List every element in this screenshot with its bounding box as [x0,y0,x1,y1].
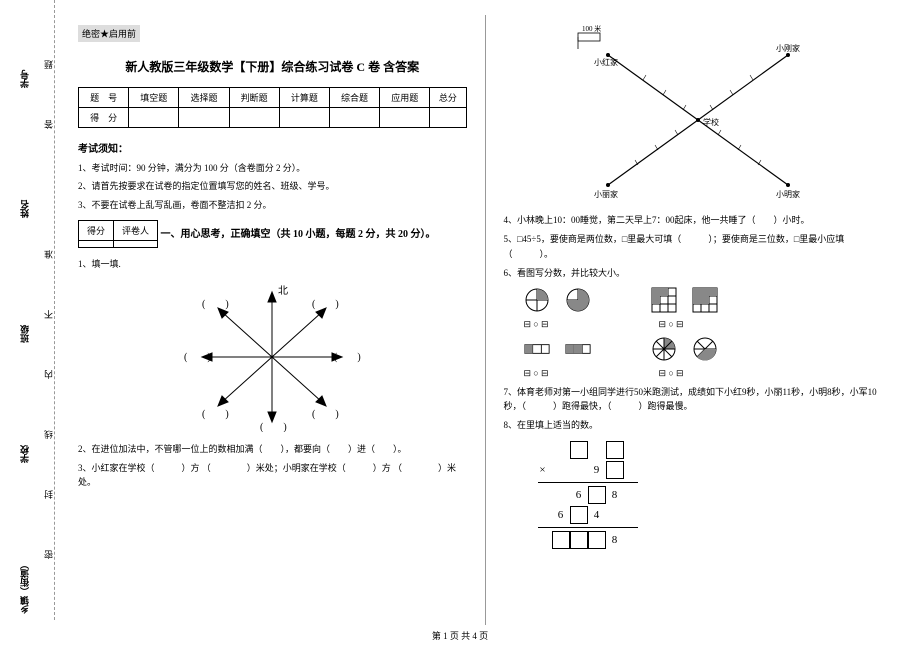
question-8: 8、在里填上适当的数。 [504,418,893,432]
section1-title: 一、用心思考，正确填空（共 10 小题，每题 2 分，共 20 分）。 [161,229,436,240]
svg-text:( ): ( ) [260,422,287,432]
question-6: 6、看图写分数，并比较大小。 [504,266,893,280]
circle-fraction-icon [524,287,550,313]
svg-text:( ): ( ) [334,352,361,363]
score-header: 选择题 [179,88,229,108]
svg-text:小刚家: 小刚家 [776,43,800,53]
road-map-diagram: 学校 小红家 小刚家 小丽家 小明家 100 米 [558,25,838,205]
page-footer: 第 1 页 共 4 页 [0,629,920,642]
binding-margin: 乡镇（街道） 学校 班级 姓名 学号 密 封 线 内 不 准 答 题 [0,0,55,620]
question-1: 1、填一填. [78,257,467,271]
notes-title: 考试须知： [78,140,467,155]
circle-fraction-icon [651,336,677,362]
note-item: 1、考试时间：90 分钟，满分为 100 分（含卷面分 2 分）。 [78,161,467,175]
svg-text:( ): ( ) [202,409,229,420]
svg-text:( ): ( ) [202,299,229,310]
score-header: 计算题 [279,88,329,108]
fraction-row-1 [524,287,893,313]
seal-hint: 密 [42,550,55,559]
bar-fraction-icon [524,336,550,362]
note-item: 2、请首先按要求在试卷的指定位置填写您的姓名、班级、学号。 [78,179,467,193]
compass-north: 北 [278,285,288,297]
binding-label-town: 乡镇（街道） [18,560,31,614]
svg-text:( ): ( ) [184,352,211,363]
binding-label-name: 姓名 [18,200,31,218]
grader-name: 评卷人 [114,221,158,241]
score-header: 应用题 [380,88,430,108]
question-3: 3、小红家在学校（ ）方 （ ）米处；小明家在学校（ ）方 （ ）米处。 [78,461,467,490]
score-label: 得 分 [79,108,129,128]
fraction-row-2 [524,336,893,362]
svg-text:( ): ( ) [312,299,339,310]
circle-fraction-icon [692,336,718,362]
score-header: 综合题 [329,88,379,108]
score-header: 总分 [430,88,466,108]
confidential-tag: 绝密★启用前 [78,25,140,42]
question-5: 5、□45÷5，要使商是两位数，□里最大可填（ ）；要使商是三位数，□里最小应填… [504,232,893,261]
multiplication-grid: ×9 68 64 8 [534,441,893,549]
score-table: 题 号 填空题 选择题 判断题 计算题 综合题 应用题 总分 得 分 [78,87,467,128]
seal-hint: 内 [42,370,55,379]
note-item: 3、不要在试卷上乱写乱画，卷面不整洁扣 2 分。 [78,198,467,212]
table-row: 题 号 填空题 选择题 判断题 计算题 综合题 应用题 总分 [79,88,467,108]
question-4: 4、小林晚上10：00睡觉，第二天早上7：00起床，他一共睡了（ ）小时。 [504,213,893,227]
seal-hint: 不 [42,310,55,319]
fraction-compare-1: ⊟ ○ ⊟ ⊟ ○ ⊟ [524,319,893,330]
circle-fraction-icon [565,287,591,313]
svg-text:( ): ( ) [312,409,339,420]
grader-score: 得分 [79,221,114,241]
score-header: 填空题 [129,88,179,108]
svg-text:小红家: 小红家 [594,57,618,67]
fraction-compare-2: ⊟ ○ ⊟ ⊟ ○ ⊟ [524,368,893,379]
seal-hint: 封 [42,490,55,499]
exam-title: 新人教版三年级数学【下册】综合练习试卷 C 卷 含答案 [78,58,467,75]
grader-table: 得分 评卷人 [78,220,158,248]
question-2: 2、在进位加法中，不管哪一位上的数相加满（ ），都要向（ ）进（ ）。 [78,442,467,456]
grid-fraction-icon [692,287,718,313]
svg-text:小丽家: 小丽家 [594,189,618,199]
grid-fraction-icon [651,287,677,313]
compass-diagram: 北 ( ) ( ) ( ) ( ) ( ) ( ) ( ) [182,282,362,432]
svg-text:小明家: 小明家 [776,189,800,199]
seal-hint: 准 [42,250,55,259]
question-7: 7、体育老师对第一小组同学进行50米跑测试，成绩如下小红9秒，小丽11秒，小明8… [504,385,893,414]
table-row: 得 分 [79,108,467,128]
seal-hint: 题 [42,60,55,69]
binding-label-class: 班级 [18,325,31,343]
svg-text:学校: 学校 [703,117,719,127]
seal-hint: 线 [42,430,55,439]
seal-hint: 答 [42,120,55,129]
score-header: 题 号 [79,88,129,108]
svg-text:100 米: 100 米 [582,25,601,33]
page-container: 绝密★启用前 新人教版三年级数学【下册】综合练习试卷 C 卷 含答案 题 号 填… [60,15,910,625]
left-column: 绝密★启用前 新人教版三年级数学【下册】综合练习试卷 C 卷 含答案 题 号 填… [60,15,486,625]
score-header: 判断题 [229,88,279,108]
right-column: 学校 小红家 小刚家 小丽家 小明家 100 米 4、小林晚上10：00睡觉，第… [486,15,911,625]
bar-fraction-icon [565,336,591,362]
binding-label-school: 学校 [18,445,31,463]
binding-label-id: 学号 [18,70,31,88]
